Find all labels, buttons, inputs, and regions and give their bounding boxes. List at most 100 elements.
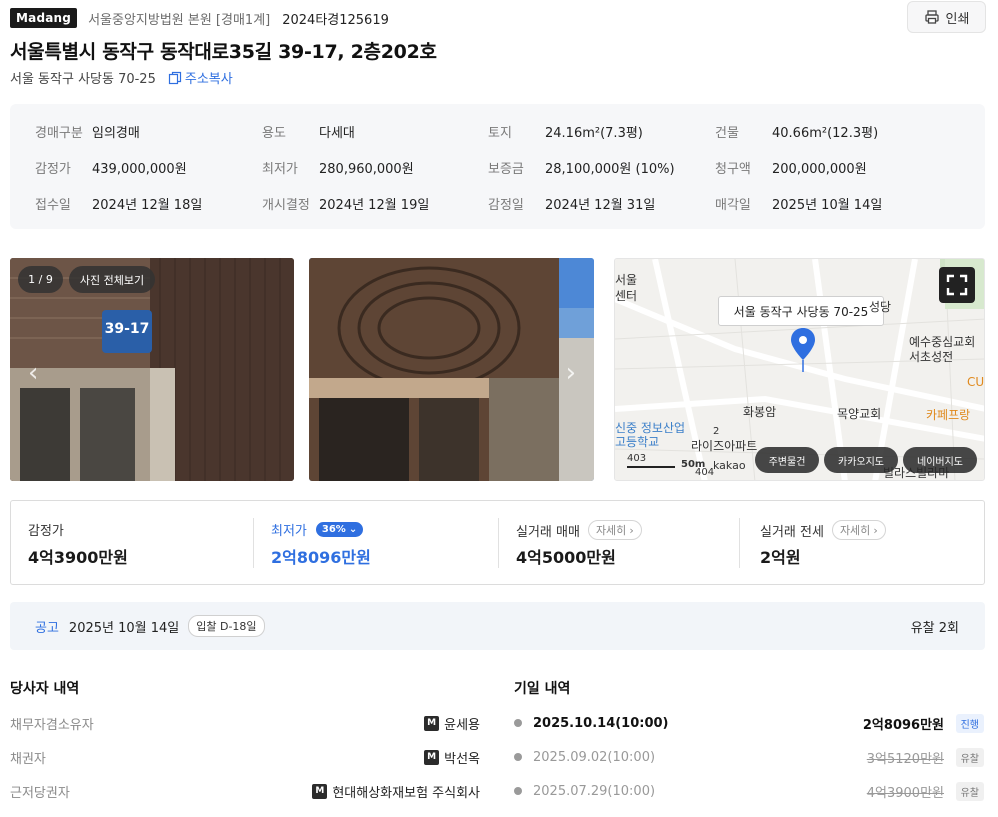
schedule-datetime: 2025.10.14(10:00) xyxy=(533,715,669,731)
info-value: 2025년 10월 14일 xyxy=(772,197,883,213)
party-row: 채무자겸소유자 M 윤세용 xyxy=(10,713,480,733)
notice-date: 2025년 10월 14일 xyxy=(68,620,180,636)
trade-detail-button[interactable]: 자세히 › xyxy=(587,520,642,540)
info-value: 439,000,000원 xyxy=(92,161,187,177)
status-badge: 진행 xyxy=(955,713,984,733)
property-photo-2[interactable]: › xyxy=(309,258,594,481)
map-label: CU xyxy=(967,375,985,389)
dday-badge: 입찰 D-18일 xyxy=(188,615,265,637)
info-key: 매각일 xyxy=(715,197,751,213)
schedule-amount: 4억3900만원 xyxy=(866,785,944,801)
party-role: 채권자 xyxy=(10,751,46,767)
price-real-lease: 실거래 전세 자세히 › 2억원 xyxy=(740,501,985,586)
price-real-trade: 실거래 매매 자세히 › 4억5000만원 xyxy=(499,501,739,586)
chevron-right-icon: › xyxy=(629,523,634,537)
info-key: 건물 xyxy=(715,125,739,141)
info-cell: 청구액 200,000,000원 xyxy=(715,149,867,185)
page-title: 서울특별시 동작구 동작대로35길 39-17, 2층202호 xyxy=(10,41,437,63)
party-name: 현대해상화재보험 주식회사 xyxy=(332,785,480,801)
price-appraisal: 감정가 4억3900만원 xyxy=(11,501,253,586)
location-pin-icon xyxy=(791,328,815,372)
naver-map-button[interactable]: 네이버지도 xyxy=(903,447,977,473)
party-role: 채무자겸소유자 xyxy=(10,717,94,733)
party-name: 박선옥 xyxy=(444,751,480,767)
info-row: 감정가 439,000,000원 최저가 280,960,000원 보증금 28,10… xyxy=(10,149,985,185)
detail-label: 자세히 xyxy=(839,524,871,537)
map-label: 라이즈아파트 xyxy=(691,439,758,453)
info-cell: 건물 40.66m²(12.3평) xyxy=(715,113,878,149)
info-key: 보증금 xyxy=(488,161,524,177)
prev-photo-icon[interactable]: ‹ xyxy=(28,358,38,388)
party-name: 윤세용 xyxy=(444,717,480,733)
fullscreen-map-button[interactable] xyxy=(939,267,975,303)
info-value: 다세대 xyxy=(319,125,355,141)
schedule-amount: 2억8096만원 xyxy=(862,717,944,733)
court-name: 서울중앙지방법원 본원 [경매1계] xyxy=(88,12,271,28)
info-value: 2024년 12월 19일 xyxy=(319,197,430,213)
map-label: 센터 xyxy=(615,289,638,303)
status-badge: 유찰 xyxy=(955,781,984,801)
map-label: 성당 xyxy=(869,300,892,314)
chevron-right-icon: › xyxy=(873,523,878,537)
party-name-group: M 현대해상화재보험 주식회사 xyxy=(312,782,480,801)
schedule-title: 기일 내역 xyxy=(514,681,571,697)
expand-icon xyxy=(946,274,968,296)
nearby-items-button[interactable]: 주변물건 xyxy=(755,447,819,473)
info-cell: 매각일 2025년 10월 14일 xyxy=(715,185,882,221)
lease-detail-button[interactable]: 자세히 › xyxy=(831,520,886,540)
price-value: 2억원 xyxy=(760,548,801,567)
brand-logo[interactable]: Madang xyxy=(10,8,78,28)
auction-notice-bar: 공고 2025년 10월 14일 입찰 D-18일 유찰 2회 xyxy=(10,602,985,650)
status-badge: 유찰 xyxy=(955,747,984,767)
print-button[interactable]: 인쇄 xyxy=(907,1,986,33)
property-photo-1[interactable]: 1 / 9 사진 전체보기 ‹ 39-17 xyxy=(10,258,294,481)
discount-badge: 36% ⌄ xyxy=(315,522,364,537)
lot-address: 서울 동작구 사당동 70-25 xyxy=(10,72,156,87)
price-summary: 감정가 4억3900만원 최저가 36% ⌄ 2억8096만원 실거래 매매 자세… xyxy=(10,500,985,585)
party-name-group: M 윤세용 xyxy=(424,714,480,733)
summary-info-panel: 경매구분 임의경매 용도 다세대 토지 24.16m²(7.3평) 건물 40.66m²… xyxy=(10,104,985,229)
schedule-row: 2025.07.29(10:00) 4억3900만원 유찰 xyxy=(514,781,984,801)
info-value: 40.66m²(12.3평) xyxy=(772,125,879,141)
price-label-row: 실거래 매매 자세히 › xyxy=(516,520,642,540)
kakao-map-button[interactable]: 카카오지도 xyxy=(824,447,898,473)
info-key: 청구액 xyxy=(715,161,751,177)
fail-count: 유찰 2회 xyxy=(910,620,959,636)
price-label: 실거래 매매 xyxy=(516,524,580,540)
price-label: 실거래 전세 xyxy=(760,524,824,540)
masked-badge: M xyxy=(312,783,328,799)
party-role: 근저당권자 xyxy=(10,785,70,801)
info-cell: 보증금 28,100,000원 (10%) xyxy=(488,149,675,185)
view-all-photos-button[interactable]: 사진 전체보기 xyxy=(69,266,155,293)
parties-title: 당사자 내역 xyxy=(10,681,80,697)
location-map[interactable]: 서울 동작구 사당동 70-25 서울 센터 성당 예수중심교회 서초성전 CU… xyxy=(614,258,985,481)
price-label-row: 최저가 36% ⌄ xyxy=(271,520,364,539)
next-photo-icon[interactable]: › xyxy=(566,358,576,388)
map-label: 2 xyxy=(713,426,720,437)
info-cell: 경매구분 임의경매 xyxy=(35,113,140,149)
detail-label: 자세히 xyxy=(595,524,627,537)
info-value: 24.16m²(7.3평) xyxy=(545,125,643,141)
discount-value: 36% xyxy=(321,524,346,535)
info-value: 28,100,000원 (10%) xyxy=(545,161,675,177)
info-value: 임의경매 xyxy=(92,125,140,141)
schedule-datetime: 2025.07.29(10:00) xyxy=(533,783,656,799)
info-key: 감정일 xyxy=(488,197,524,213)
notice-label: 공고 xyxy=(35,620,59,636)
map-label: 고등학교 xyxy=(615,435,660,449)
map-scale: 50m xyxy=(681,459,706,470)
price-value: 2억8096만원 xyxy=(271,548,371,567)
info-value: 200,000,000원 xyxy=(772,161,867,177)
chevron-down-icon: ⌄ xyxy=(348,524,358,535)
info-key: 토지 xyxy=(488,125,512,141)
case-number: 2024타경125619 xyxy=(282,12,389,28)
schedule-row: 2025.09.02(10:00) 3억5120만원 유찰 xyxy=(514,747,984,767)
info-row: 경매구분 임의경매 용도 다세대 토지 24.16m²(7.3평) 건물 40.66m²… xyxy=(10,113,985,149)
map-label: 서초성전 xyxy=(909,350,954,364)
printer-icon xyxy=(924,10,939,24)
map-label: 목양교회 xyxy=(837,407,882,421)
price-minimum: 최저가 36% ⌄ 2억8096만원 xyxy=(254,501,498,586)
copy-address-button[interactable]: 주소복사 xyxy=(168,68,233,87)
copy-label: 주소복사 xyxy=(184,72,233,87)
kakao-logo: kakao xyxy=(713,459,746,472)
